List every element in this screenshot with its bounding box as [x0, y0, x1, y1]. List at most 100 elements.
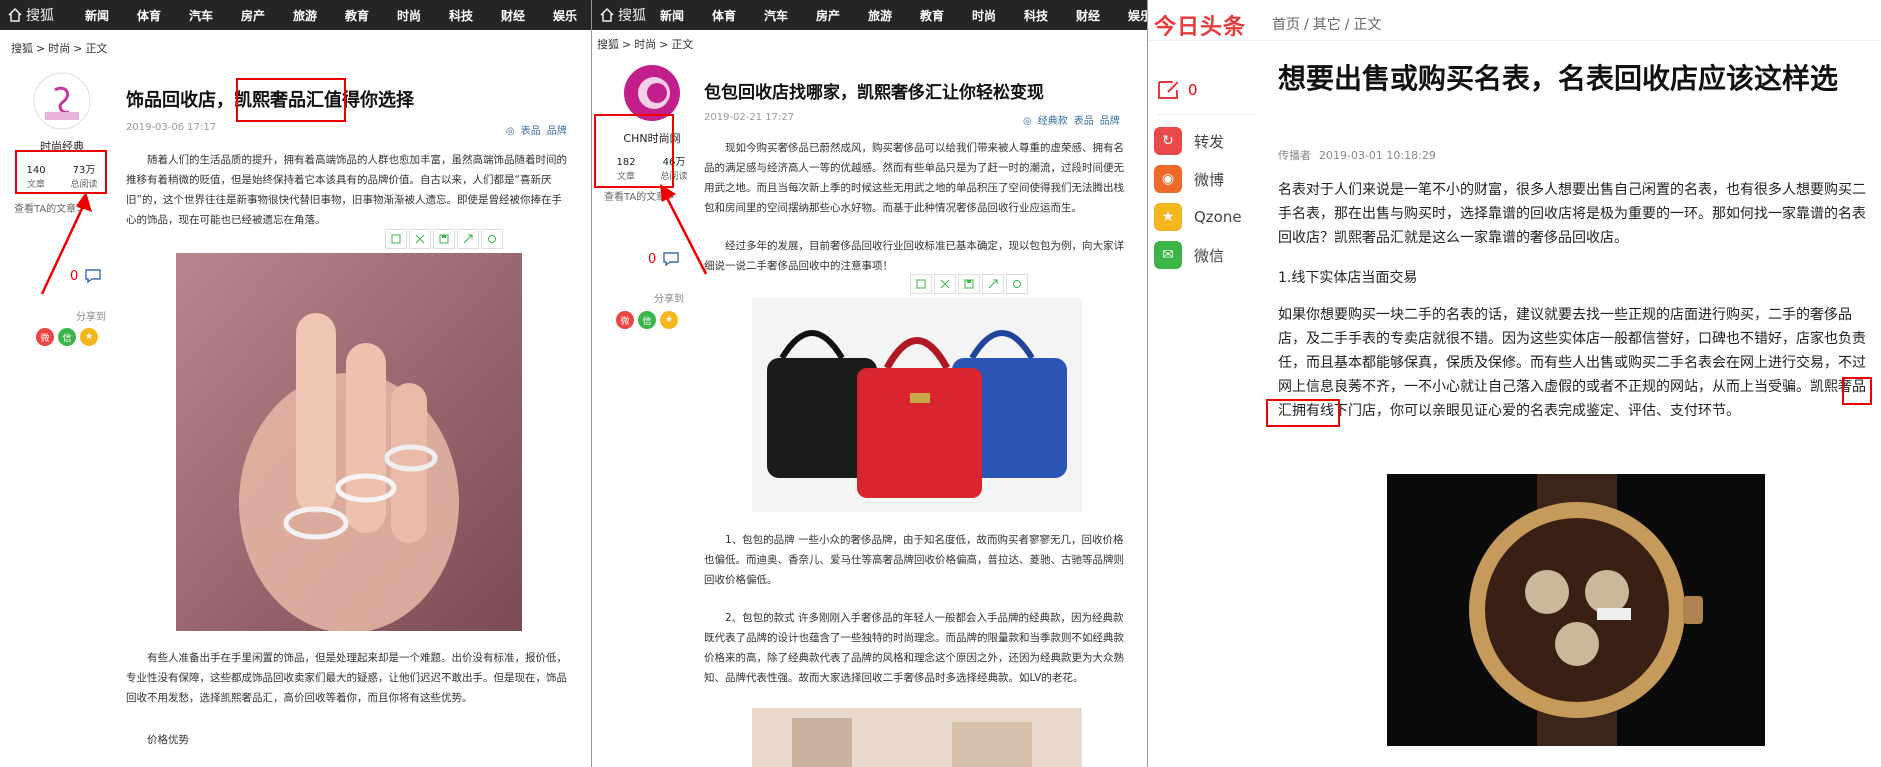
article-title: 想要出售或购买名表，名表回收店应该这样选 — [1278, 62, 1839, 95]
bookmark-icon[interactable] — [385, 229, 407, 249]
fullscreen-icon[interactable] — [934, 274, 956, 294]
bookmark-icon[interactable] — [910, 274, 932, 294]
section-heading: 价格优势 — [147, 734, 189, 746]
save-icon[interactable] — [433, 229, 455, 249]
share-label: 微博 — [1194, 170, 1225, 189]
article-paragraph: 如果你想要购买一块二手的名表的话，建议就要去找一些正规的店面进行购买，二手的奢侈… — [1278, 307, 1866, 419]
share-wechat-button[interactable]: ✉ 微信 — [1154, 236, 1274, 274]
share-icon[interactable] — [982, 274, 1004, 294]
fullscreen-icon[interactable] — [409, 229, 431, 249]
annotation-box — [594, 114, 674, 188]
nav-item[interactable]: 娱乐 — [539, 7, 591, 24]
save-icon[interactable] — [958, 274, 980, 294]
qzone-icon: ★ — [1154, 203, 1182, 231]
share-qzone-button[interactable]: ★ Qzone — [1154, 198, 1274, 236]
breadcrumb-link[interactable]: 时尚 — [634, 38, 656, 51]
nav-item[interactable]: 新闻 — [646, 7, 698, 24]
tag-icon: ◎ — [1023, 116, 1032, 127]
article-title: 包包回收店找哪家，凯熙奢侈汇让你轻松变现 — [704, 83, 1044, 103]
tag-link[interactable]: 表品 — [1074, 116, 1094, 127]
article-paragraph: 有些人准备出手在手里闲置的饰品，但是处理起来却是一个难题。出价没有标准，报价低，… — [126, 652, 567, 704]
weibo-icon[interactable]: 微 — [36, 328, 54, 346]
nav-item[interactable]: 娱乐 — [1114, 7, 1147, 24]
logo-text: 搜狐 — [26, 8, 54, 24]
repost-icon: ↻ — [1154, 127, 1182, 155]
settings-icon[interactable] — [481, 229, 503, 249]
nav-item[interactable]: 旅游 — [854, 7, 906, 24]
breadcrumb-link[interactable]: 搜狐 — [597, 38, 619, 51]
nav-item[interactable]: 体育 — [123, 7, 175, 24]
share-weibo-button[interactable]: ◉ 微博 — [1154, 160, 1274, 198]
article-paragraph: 2、包包的款式 许多刚刚入手奢侈品的年轻人一般都会入手品牌的经典款，因为经典款既… — [704, 612, 1124, 684]
handbags-image — [752, 298, 1082, 512]
share-repost-button[interactable]: ↻ 转发 — [1154, 122, 1274, 160]
nav-item[interactable]: 财经 — [487, 7, 539, 24]
nav-item[interactable]: 时尚 — [383, 7, 435, 24]
tag-link[interactable]: 品牌 — [1100, 116, 1120, 127]
settings-icon[interactable] — [1006, 274, 1028, 294]
rings-hand-image — [176, 253, 522, 631]
tag-list: ◎ 表品 品牌 — [500, 122, 567, 137]
nav-item[interactable]: 科技 — [435, 7, 487, 24]
nav-item[interactable]: 汽车 — [175, 7, 227, 24]
comment-icon — [85, 269, 101, 284]
nav-item[interactable]: 房产 — [227, 7, 279, 24]
annotation-box — [15, 150, 107, 194]
comment-icon — [663, 252, 679, 267]
comment-button[interactable]: 0 — [648, 251, 680, 267]
comment-count: 0 — [1188, 81, 1198, 99]
breadcrumb-link[interactable]: 首页 — [1272, 17, 1300, 33]
view-author-articles-link[interactable]: 查看TA的文章> — [14, 200, 110, 215]
share-label: 分享到 — [76, 312, 106, 323]
weibo-icon: ◉ — [1154, 165, 1182, 193]
qzone-icon[interactable]: ★ — [80, 328, 98, 346]
nav-item[interactable]: 时尚 — [958, 7, 1010, 24]
breadcrumb: 首页 / 其它 / 正文 — [1272, 17, 1382, 33]
sohu-article-panel-2: 搜狐 新闻 体育 汽车 房产 旅游 教育 时尚 科技 财经 娱乐 搜狐>时尚>正… — [592, 0, 1148, 767]
top-nav-bar: 搜狐 新闻 体育 汽车 房产 旅游 教育 时尚 科技 财经 娱乐 — [592, 0, 1147, 30]
weibo-icon[interactable]: 微 — [616, 311, 634, 329]
nav-item[interactable]: 新闻 — [71, 7, 123, 24]
toutiao-logo[interactable]: 今日头条 — [1154, 9, 1246, 41]
nav-item[interactable]: 房产 — [802, 7, 854, 24]
qzone-icon[interactable]: ★ — [660, 311, 678, 329]
breadcrumb-link[interactable]: 搜狐 — [11, 42, 33, 55]
article-paragraph: 名表对于人们来说是一笔不小的财富，很多人想要出售自己闲置的名表，也有很多人想要购… — [1278, 182, 1866, 246]
nav-item[interactable]: 体育 — [698, 7, 750, 24]
nav-item[interactable]: 教育 — [331, 7, 383, 24]
breadcrumb-current: 正文 — [1353, 17, 1382, 33]
nav-item[interactable]: 教育 — [906, 7, 958, 24]
annotation-box — [236, 78, 346, 122]
home-icon — [600, 8, 614, 22]
breadcrumb-link[interactable]: 时尚 — [48, 42, 70, 55]
nav-item[interactable]: 旅游 — [279, 7, 331, 24]
tag-link[interactable]: 表品 — [521, 126, 541, 137]
comment-button[interactable]: 0 — [1156, 78, 1198, 102]
nav-item[interactable]: 汽车 — [750, 7, 802, 24]
sohu-article-panel-1: 搜狐 新闻 体育 汽车 房产 旅游 教育 时尚 科技 财经 娱乐 搜狐 > 时尚 > 正… — [0, 0, 592, 767]
article-paragraph: 现如今购买奢侈品已蔚然成风，购买奢侈品可以给我们带来被人尊重的虚荣感、拥有名品的… — [704, 142, 1124, 214]
article-source[interactable]: 传播者 — [1278, 149, 1311, 162]
comment-count: 0 — [70, 268, 79, 284]
wechat-icon[interactable]: 信 — [638, 311, 656, 329]
tag-link[interactable]: 品牌 — [547, 126, 567, 137]
tag-list: ◎ 经典款 表品 品牌 — [1017, 112, 1120, 127]
breadcrumb-current: 正文 — [671, 38, 694, 51]
article-paragraph: 1、包包的品牌 一些小众的奢侈品牌，由于知名度低，故而购买者寥寥无几，回收价格也… — [704, 534, 1124, 586]
author-avatar[interactable] — [33, 72, 91, 130]
sohu-logo[interactable]: 搜狐 — [0, 5, 71, 25]
sohu-logo[interactable]: 搜狐 — [592, 5, 646, 25]
share-label: Qzone — [1194, 208, 1242, 226]
tag-link[interactable]: 经典款 — [1038, 116, 1068, 127]
nav-item[interactable]: 科技 — [1010, 7, 1062, 24]
breadcrumb: 搜狐 > 时尚 > 正文 — [11, 42, 108, 55]
breadcrumb-link[interactable]: 其它 — [1313, 17, 1341, 33]
breadcrumb: 搜狐 > 时尚 > 正文 — [597, 38, 694, 51]
nav-item[interactable]: 财经 — [1062, 7, 1114, 24]
logo-text: 搜狐 — [618, 8, 646, 24]
top-nav-bar: 搜狐 新闻 体育 汽车 房产 旅游 教育 时尚 科技 财经 娱乐 — [0, 0, 591, 30]
share-icon[interactable] — [457, 229, 479, 249]
view-author-articles-link[interactable]: 查看TA的文章> — [604, 188, 700, 203]
comment-button[interactable]: 0 — [70, 268, 102, 284]
wechat-icon[interactable]: 信 — [58, 328, 76, 346]
